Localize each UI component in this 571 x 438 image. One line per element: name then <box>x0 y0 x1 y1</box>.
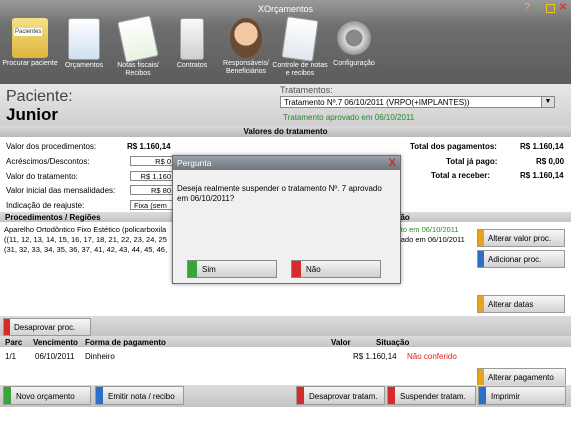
emit-note-button[interactable]: Emitir nota / recibo <box>95 386 184 405</box>
patient-name: Junior <box>6 105 58 124</box>
additions-label: Acréscimos/Descontos: <box>6 157 90 166</box>
treatments-label: Tratamentos: <box>280 85 333 95</box>
dialog-close-icon[interactable]: X <box>389 157 396 169</box>
total-receive-value: R$ 1.160,14 <box>520 171 564 180</box>
col-parc: Parc <box>5 338 23 347</box>
procedure-regions-2: (31, 32, 33, 34, 35, 36, 37, 41, 42, 43,… <box>4 245 168 254</box>
col-form: Forma de pagamento <box>85 338 166 347</box>
toolbar-configuration[interactable]: Configuração <box>324 12 384 82</box>
budget-document-icon <box>68 18 100 60</box>
col-due: Vencimento <box>33 338 78 347</box>
confirm-dialog: Pergunta X Deseja realmente suspender o … <box>172 155 401 284</box>
dialog-no-button[interactable]: Não <box>291 260 381 278</box>
dialog-yes-button[interactable]: Sim <box>187 260 277 278</box>
treatment-value-field[interactable]: R$ 1.160 <box>130 171 175 181</box>
row-parc: 1/1 <box>5 352 17 361</box>
patient-label: Paciente: <box>6 88 73 105</box>
chevron-down-icon[interactable]: ▼ <box>541 97 554 107</box>
treatment-status: Tratamento aprovado em 06/10/2011 <box>283 113 415 122</box>
procedure-regions-1: ((11, 12, 13, 14, 15, 16, 17, 18, 21, 22… <box>4 235 167 244</box>
doctor-mask-icon <box>230 18 262 58</box>
procedures-header: Procedimentos / Regiões <box>5 213 101 222</box>
checklist-icon <box>281 15 319 63</box>
minimize-icon[interactable]: ↙ <box>534 3 544 13</box>
total-paid-value: R$ 0,00 <box>536 157 565 166</box>
values-header: Valores do tratamento <box>0 126 571 137</box>
total-payments-value: R$ 1.160,14 <box>520 142 564 151</box>
patients-folder-icon: Pacientes <box>12 18 48 58</box>
disapprove-procedure-button[interactable]: Desaprovar proc. <box>3 318 91 336</box>
toolbar-responsibles[interactable]: Responsáveis/ Beneficiários <box>216 12 276 82</box>
add-procedure-button[interactable]: Adicionar proc. <box>477 250 565 268</box>
row-value: R$ 1.160,14 <box>353 352 397 361</box>
alter-value-button[interactable]: Alterar valor proc. <box>477 229 565 247</box>
toolbar-invoices[interactable]: Notas fiscais/ Recibos <box>108 12 168 82</box>
treatment-select[interactable]: Tratamento Nº.7 06/10/2011 (VRPO(+IMPLAN… <box>280 96 555 108</box>
readjust-select[interactable]: Fixa (sem a <box>130 200 175 220</box>
dialog-title: Pergunta <box>173 156 400 170</box>
gear-icon <box>335 18 373 58</box>
disapprove-treatment-button[interactable]: Desaprovar tratam. <box>296 386 385 405</box>
toolbar-control-notes[interactable]: Controle de notas e recibos <box>270 12 330 82</box>
maximize-icon[interactable] <box>546 4 555 13</box>
procedure-status-1: sto em 06/10/2011 <box>397 225 459 234</box>
new-budget-button[interactable]: Novo orçamento <box>3 386 91 405</box>
initial-monthly-label: Valor inicial das mensalidades: <box>6 186 116 195</box>
help-icon[interactable]: ? <box>522 3 532 13</box>
toolbar-budgets[interactable]: Orçamentos <box>54 12 114 82</box>
dialog-message: Deseja realmente suspender o tratamento … <box>177 184 382 203</box>
total-paid-label: Total já pago: <box>446 157 498 166</box>
procedures-value: R$ 1.160,14 <box>127 142 171 151</box>
procedure-status-2: vado em 06/10/2011 <box>397 235 465 244</box>
invoice-icon <box>117 14 159 64</box>
total-payments-label: Total dos pagamentos: <box>410 142 497 151</box>
procedure-line: Aparelho Ortodôntico Fixo Estético (poli… <box>4 225 167 234</box>
alter-payment-button[interactable]: Alterar pagamento <box>477 368 566 386</box>
toolbar-contracts[interactable]: Contratos <box>162 12 222 82</box>
treatment-value-label: Valor do tratamento: <box>6 172 78 181</box>
close-icon[interactable]: ✕ <box>558 3 568 13</box>
additions-field[interactable]: R$ 0 <box>130 156 175 166</box>
toolbar-search-patient[interactable]: Pacientes Procurar paciente <box>0 12 60 82</box>
row-due: 06/10/2011 <box>35 352 75 361</box>
col-value: Valor <box>331 338 351 347</box>
print-button[interactable]: Imprimir <box>478 386 566 405</box>
contract-scroll-icon <box>180 18 204 60</box>
row-status: Não conferido <box>407 352 457 361</box>
row-form: Dinheiro <box>85 352 115 361</box>
readjust-label: Indicação de reajuste: <box>6 201 85 210</box>
initial-monthly-field[interactable]: R$ 80 <box>130 185 175 195</box>
alter-dates-button[interactable]: Alterar datas <box>477 295 565 313</box>
total-receive-label: Total a receber: <box>431 171 490 180</box>
procedures-value-label: Valor dos procedimentos: <box>6 142 97 151</box>
suspend-treatment-button[interactable]: Suspender tratam. <box>387 386 476 405</box>
col-status: Situação <box>376 338 410 347</box>
